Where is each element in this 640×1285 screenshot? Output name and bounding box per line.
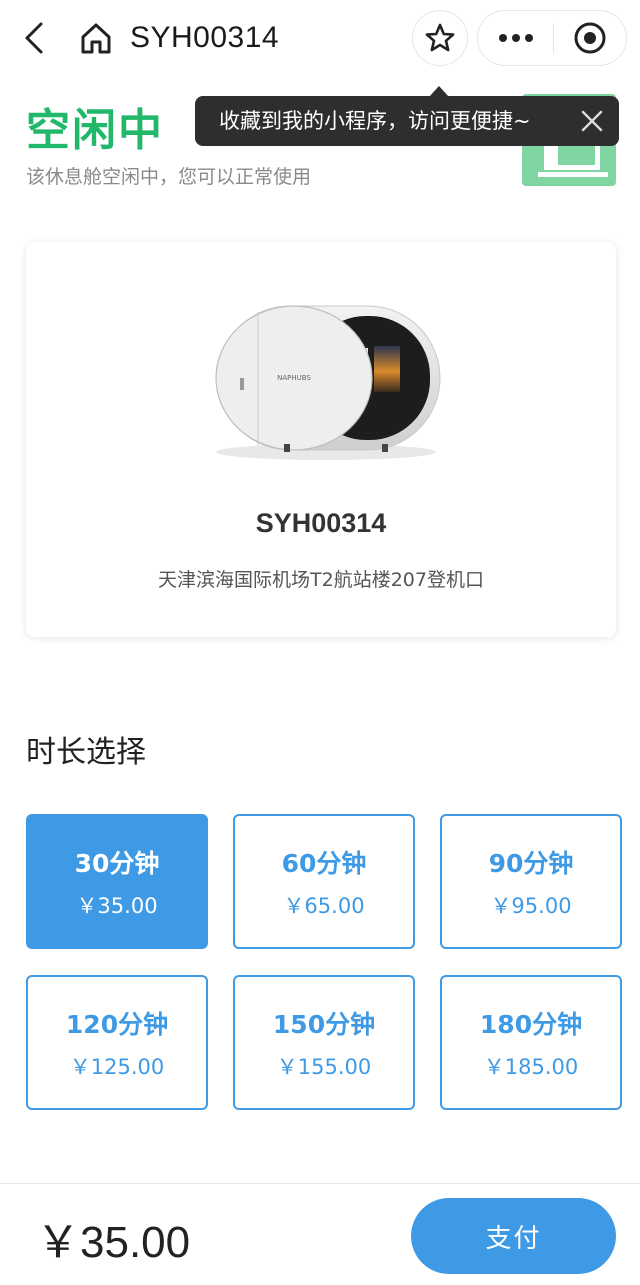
- device-card: NAPHUBS SYH00314 天津滨海国际机场T2航站楼207登机口: [26, 242, 616, 637]
- close-miniprogram-button[interactable]: [554, 11, 626, 65]
- nap-cabin-image: NAPHUBS: [215, 305, 441, 460]
- duration-price: ￥185.00: [483, 1055, 579, 1079]
- duration-price: ￥95.00: [490, 894, 572, 918]
- duration-price: ￥155.00: [276, 1055, 372, 1079]
- svg-text:NAPHUBS: NAPHUBS: [277, 374, 311, 382]
- duration-option-90[interactable]: 90分钟 ￥95.00: [440, 814, 622, 949]
- home-button[interactable]: [76, 18, 116, 58]
- pay-button-label: 支付: [485, 1223, 542, 1254]
- top-nav-bar: SYH00314: [0, 0, 640, 76]
- duration-option-180[interactable]: 180分钟 ￥185.00: [440, 975, 622, 1110]
- duration-label: 60分钟: [281, 849, 367, 878]
- status-title: 空闲中: [26, 105, 164, 156]
- total-price: ￥35.00: [36, 1218, 191, 1267]
- duration-label: 150分钟: [272, 1010, 376, 1039]
- pay-button[interactable]: 支付: [411, 1198, 616, 1274]
- more-icon: [498, 34, 533, 42]
- duration-option-30[interactable]: 30分钟 ￥35.00: [26, 814, 208, 949]
- duration-label: 30分钟: [74, 849, 160, 878]
- menu-capsule: [477, 10, 627, 66]
- duration-label: 180分钟: [479, 1010, 583, 1039]
- device-location: 天津滨海国际机场T2航站楼207登机口: [158, 569, 484, 591]
- star-icon: [425, 23, 455, 52]
- device-code: SYH00314: [255, 508, 387, 538]
- duration-price: ￥65.00: [283, 894, 365, 918]
- favorite-button[interactable]: [412, 10, 468, 66]
- duration-option-150[interactable]: 150分钟 ￥155.00: [233, 975, 415, 1110]
- back-icon: [25, 22, 43, 54]
- back-button[interactable]: [16, 18, 52, 58]
- duration-price: ￥35.00: [76, 894, 158, 918]
- tooltip-close-button[interactable]: [577, 106, 607, 136]
- more-button[interactable]: [478, 11, 553, 65]
- duration-price: ￥125.00: [69, 1055, 165, 1079]
- close-icon: [581, 110, 603, 132]
- duration-option-120[interactable]: 120分钟 ￥125.00: [26, 975, 208, 1110]
- tooltip-text: 收藏到我的小程序，访问更便捷~: [219, 109, 531, 133]
- duration-section-title: 时长选择: [26, 735, 146, 770]
- duration-label: 120分钟: [65, 1010, 169, 1039]
- checkout-bar: ￥35.00 支付: [0, 1183, 640, 1285]
- status-subtitle: 该休息舱空闲中，您可以正常使用: [26, 166, 312, 188]
- record-icon: [574, 22, 606, 54]
- page-title: SYH00314: [130, 21, 280, 54]
- duration-option-60[interactable]: 60分钟 ￥65.00: [233, 814, 415, 949]
- duration-label: 90分钟: [488, 849, 574, 878]
- favorite-tooltip: 收藏到我的小程序，访问更便捷~: [195, 86, 619, 146]
- home-icon: [81, 23, 111, 54]
